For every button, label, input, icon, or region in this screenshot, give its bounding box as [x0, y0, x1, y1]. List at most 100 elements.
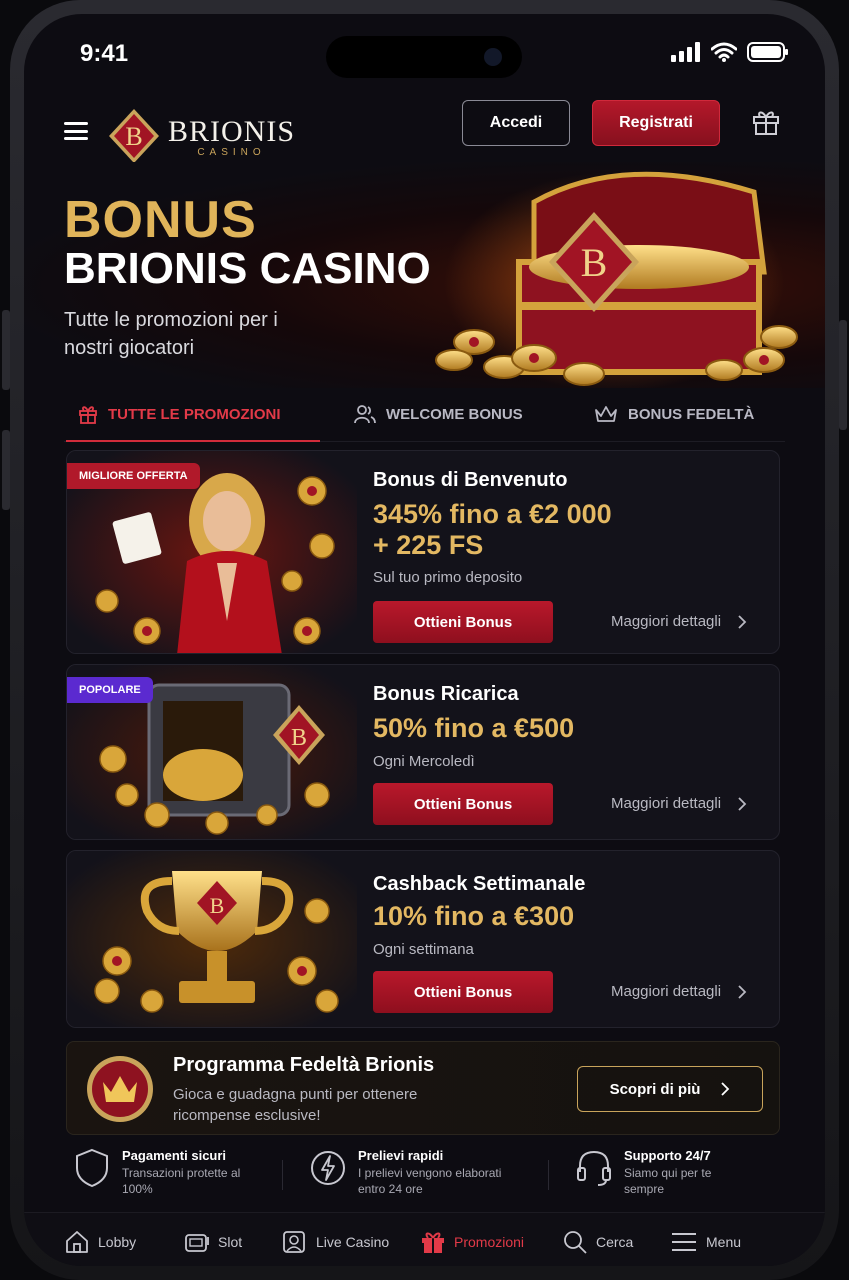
bottom-navigation: Lobby Slot Live Casino Promozioni Cerca … [24, 1212, 825, 1266]
login-button[interactable]: Accedi [462, 100, 570, 146]
get-bonus-button[interactable]: Ottieni Bonus [373, 783, 553, 825]
feature-desc: Transazioni protette al 100% [122, 1166, 241, 1196]
promo-card-welcome: MIGLIORE OFFERTA Bonus di Benvenuto 345%… [66, 450, 780, 654]
badge-best-offer: MIGLIORE OFFERTA [67, 463, 200, 489]
nav-item-menu[interactable]: Menu [670, 1229, 741, 1255]
nav-item-promotions[interactable]: Promozioni [420, 1229, 524, 1255]
tab-all-promotions[interactable]: TUTTE LE PROMOZIONI [78, 404, 281, 424]
status-time: 9:41 [80, 40, 129, 67]
treasure-chest-illustration: B [435, 171, 798, 388]
tab-loyalty-bonus[interactable]: BONUS FEDELTÀ [594, 404, 754, 424]
promo-title: Bonus Ricarica [373, 683, 519, 705]
promo-title: Cashback Settimanale [373, 873, 586, 895]
battery-icon [747, 42, 788, 62]
nav-item-search[interactable]: Cerca [562, 1229, 633, 1255]
tab-label: TUTTE LE PROMOZIONI [108, 405, 281, 423]
svg-text:B: B [581, 240, 608, 285]
promo-card-cashback: B Cashback Settimanale 10% fino a €300 O… [66, 850, 780, 1028]
lightning-icon [311, 1151, 345, 1185]
promo-amount: 50% fino a €500 [373, 713, 575, 743]
chevron-right-icon [738, 796, 747, 811]
feature-desc: Siamo qui per te sempre [624, 1166, 712, 1196]
more-details-label: Maggiori dettagli [611, 613, 722, 630]
crown-badge-icon [87, 1056, 153, 1122]
more-details-link[interactable]: Maggiori dettagli [611, 613, 747, 630]
users-icon [354, 405, 376, 424]
tab-welcome-bonus[interactable]: WELCOME BONUS [354, 404, 523, 424]
svg-text:B: B [125, 122, 142, 151]
gift-icon [422, 1232, 444, 1253]
register-button[interactable]: Registrati [592, 100, 720, 146]
feature-title: Pagamenti sicuri [122, 1148, 227, 1163]
phone-side-button-right [839, 320, 847, 430]
nav-label: Promozioni [454, 1234, 525, 1250]
tab-label: BONUS FEDELTÀ [628, 405, 755, 423]
hero-subtitle: Tutte le promozioni per i nostri giocato… [64, 309, 278, 359]
hero-title-casino: BRIONIS CASINO [64, 244, 431, 293]
get-bonus-button[interactable]: Ottieni Bonus [373, 971, 553, 1013]
hero-title-bonus: BONUS [64, 191, 257, 249]
menu-icon [672, 1233, 696, 1251]
more-details-label: Maggiori dettagli [611, 983, 722, 1000]
live-casino-icon [283, 1231, 305, 1253]
nav-label: Menu [706, 1234, 742, 1250]
feature-secure-payments: Pagamenti sicuri Transazioni protette al… [74, 1148, 242, 1197]
gift-icon[interactable] [752, 108, 780, 136]
discover-more-label: Scopri di più [609, 1080, 701, 1098]
shield-icon [76, 1148, 108, 1188]
wifi-icon [711, 42, 737, 62]
status-bar: 9:41 [24, 36, 825, 78]
nav-item-live-casino[interactable]: Live Casino [282, 1229, 389, 1255]
chevron-right-icon [738, 984, 747, 999]
promo-illustration-trophy: B [67, 851, 357, 1027]
chevron-right-icon [738, 614, 747, 629]
svg-text:B: B [210, 893, 225, 918]
gift-icon [79, 406, 97, 424]
brand-diamond-icon: B [109, 109, 159, 163]
chevron-right-icon [721, 1082, 730, 1096]
promo-description: Sul tuo primo deposito [373, 569, 523, 586]
promo-tabs: TUTTE LE PROMOZIONI WELCOME BONUS BONUS … [64, 394, 785, 442]
crown-icon [595, 406, 617, 422]
search-icon [564, 1231, 587, 1254]
more-details-label: Maggiori dettagli [611, 795, 722, 812]
get-bonus-button[interactable]: Ottieni Bonus [373, 601, 553, 643]
loyalty-description: Gioca e guadagna punti per ottenere rico… [173, 1086, 418, 1124]
phone-frame: 9:41 B BRIONIS CASINO Accedi Registrati … [10, 0, 839, 1280]
brand-logo[interactable]: B BRIONIS CASINO [108, 108, 295, 164]
nav-item-slot[interactable]: Slot [184, 1229, 242, 1255]
loyalty-title: Programma Fedeltà Brionis [173, 1054, 435, 1076]
feature-fast-withdrawals: Prelievi rapidi I prelievi vengono elabo… [310, 1148, 518, 1197]
features-row: Pagamenti sicuri Transazioni protette al… [66, 1148, 780, 1208]
active-tab-indicator [66, 440, 320, 442]
nav-label: Live Casino [316, 1234, 390, 1250]
hamburger-menu-icon[interactable] [64, 122, 88, 140]
svg-text:B: B [291, 725, 307, 751]
nav-label: Slot [218, 1234, 243, 1250]
promo-description: Ogni Mercoledì [373, 753, 475, 770]
badge-popular: POPOLARE [67, 677, 153, 703]
feature-desc: I prelievi vengono elaborati entro 24 or… [358, 1166, 502, 1196]
home-icon [66, 1231, 88, 1253]
feature-support: Supporto 24/7 Siamo qui per te sempre [576, 1148, 734, 1197]
camera-icon [484, 48, 502, 66]
feature-divider [548, 1160, 549, 1190]
more-details-link[interactable]: Maggiori dettagli [611, 983, 747, 1000]
nav-label: Lobby [98, 1234, 137, 1250]
feature-title: Prelievi rapidi [358, 1148, 444, 1163]
nav-label: Cerca [596, 1234, 634, 1250]
promo-amount-extra: + 225 FS [373, 530, 484, 560]
promo-amount: 345% fino a €2 000 [373, 499, 612, 529]
promo-title: Bonus di Benvenuto [373, 469, 568, 491]
phone-screen: 9:41 B BRIONIS CASINO Accedi Registrati … [24, 14, 825, 1266]
slot-icon [185, 1234, 209, 1252]
nav-item-lobby[interactable]: Lobby [64, 1229, 136, 1255]
discover-more-button[interactable]: Scopri di più [577, 1066, 763, 1112]
promo-description: Ogni settimana [373, 941, 474, 958]
hero-banner: BONUS BRIONIS CASINO Tutte le promozioni… [24, 162, 825, 388]
status-icons [671, 42, 789, 62]
signal-icon [671, 42, 700, 62]
dynamic-island [326, 36, 522, 78]
loyalty-program-banner: Programma Fedeltà Brionis Gioca e guadag… [66, 1041, 780, 1135]
more-details-link[interactable]: Maggiori dettagli [611, 795, 747, 812]
